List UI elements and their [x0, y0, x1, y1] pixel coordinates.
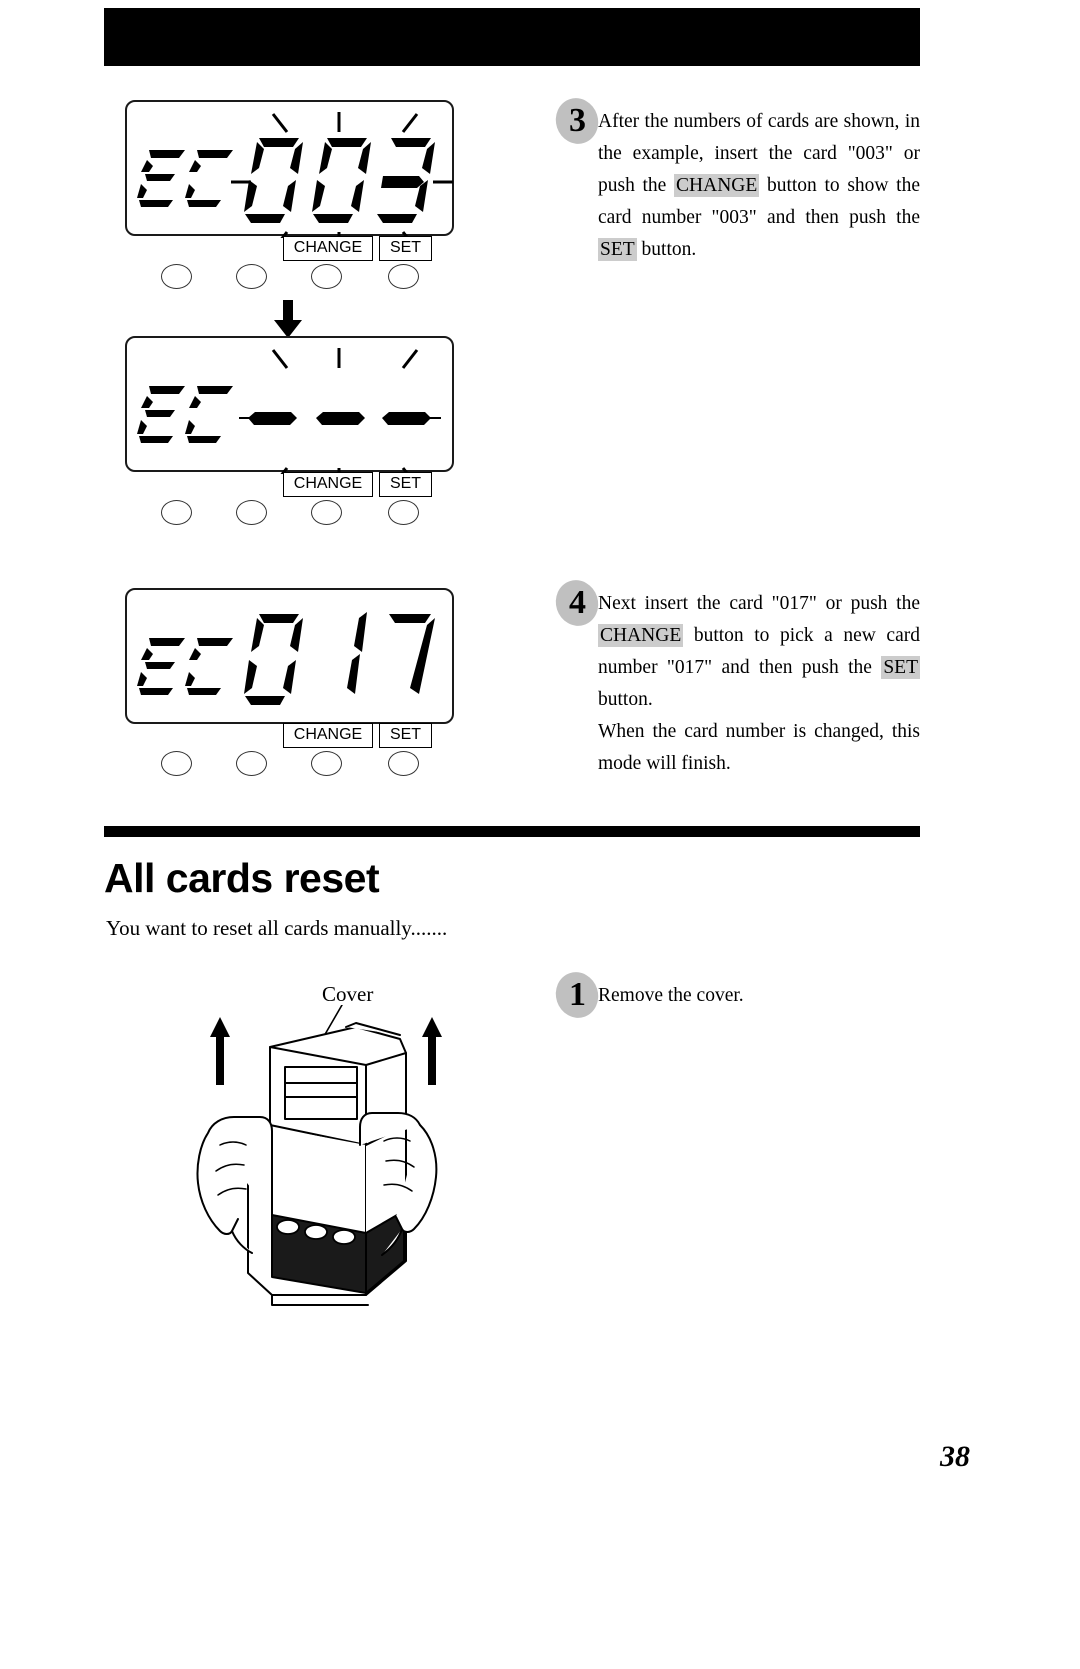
- set-button-label-1[interactable]: SET: [379, 236, 432, 261]
- section-subtitle: You want to reset all cards manually....…: [106, 916, 448, 940]
- button-circle-3c[interactable]: [311, 751, 342, 776]
- digit-0-b: [312, 138, 371, 223]
- digit-0-c: [244, 614, 303, 705]
- step-badge-3-number: 3: [568, 102, 586, 139]
- button-circle-1b[interactable]: [236, 264, 267, 289]
- change-button-label-1[interactable]: CHANGE: [283, 236, 373, 261]
- page-number: 38: [940, 1440, 970, 1473]
- lcd-017-segments: [137, 612, 435, 705]
- up-arrow-right: [422, 1017, 442, 1085]
- highlighted-term: SET: [881, 656, 920, 679]
- lcd-display-003: [125, 100, 454, 238]
- step-3-paragraph: After the numbers of cards are shown, in…: [598, 106, 920, 266]
- highlighted-term: CHANGE: [598, 624, 684, 647]
- step-badge-1: 1: [549, 966, 605, 1024]
- step-4-runs: Next insert the card "017" or push the C…: [598, 593, 920, 710]
- step-4-text: Next insert the card "017" or push the C…: [598, 588, 920, 780]
- lcd-003-segments: [137, 112, 453, 238]
- step-3-text: After the numbers of cards are shown, in…: [598, 106, 920, 266]
- highlighted-term: CHANGE: [674, 174, 760, 197]
- manual-page: CHANGE SET CHANGE SET CHANGE SET 3 After…: [0, 0, 1080, 1669]
- highlighted-term: SET: [598, 238, 637, 261]
- button-circle-2c[interactable]: [311, 500, 342, 525]
- step-badge-3: 3: [549, 92, 605, 150]
- step-badge-4: 4: [549, 574, 605, 632]
- lcd-display-dashes: [125, 336, 454, 474]
- digit-0-a: [244, 138, 303, 223]
- step-4-paragraph: Next insert the card "017" or push the C…: [598, 588, 920, 716]
- button-circle-2a[interactable]: [161, 500, 192, 525]
- set-button-label-2[interactable]: SET: [379, 472, 432, 497]
- cover-label: Cover: [322, 982, 374, 1006]
- step-1-paragraph: Remove the cover.: [598, 980, 920, 1012]
- header-black-bar: [104, 8, 920, 66]
- dash-segments: [248, 412, 431, 425]
- section-title: All cards reset: [104, 855, 380, 901]
- step-3-runs: After the numbers of cards are shown, in…: [598, 111, 920, 261]
- button-circle-3b[interactable]: [236, 751, 267, 776]
- blink-rays: [271, 348, 419, 474]
- step-badge-4-number: 4: [568, 584, 586, 621]
- step-badge-1-number: 1: [568, 976, 586, 1013]
- digit-1: [347, 612, 367, 694]
- change-button-label-2[interactable]: CHANGE: [283, 472, 373, 497]
- down-arrow-icon: [272, 300, 304, 340]
- section-divider: [104, 826, 920, 837]
- lcd-display-017: [125, 588, 454, 724]
- digit-7: [389, 614, 435, 694]
- step-4-extra: When the card number is changed, this mo…: [598, 721, 920, 774]
- button-circle-2d[interactable]: [388, 500, 419, 525]
- set-button-label-3[interactable]: SET: [379, 723, 432, 748]
- device-illustration: [120, 1005, 480, 1335]
- change-button-label-3[interactable]: CHANGE: [283, 723, 373, 748]
- up-arrow-left: [210, 1017, 230, 1085]
- button-circle-3d[interactable]: [388, 751, 419, 776]
- lcd-dashes-segments: [137, 348, 441, 474]
- button-circle-1c[interactable]: [311, 264, 342, 289]
- digit-3: [377, 138, 435, 223]
- button-circle-3a[interactable]: [161, 751, 192, 776]
- button-circle-2b[interactable]: [236, 500, 267, 525]
- button-circle-1a[interactable]: [161, 264, 192, 289]
- button-circle-1d[interactable]: [388, 264, 419, 289]
- step-1-text: Remove the cover.: [598, 980, 920, 1012]
- step-1-runs: Remove the cover.: [598, 985, 744, 1006]
